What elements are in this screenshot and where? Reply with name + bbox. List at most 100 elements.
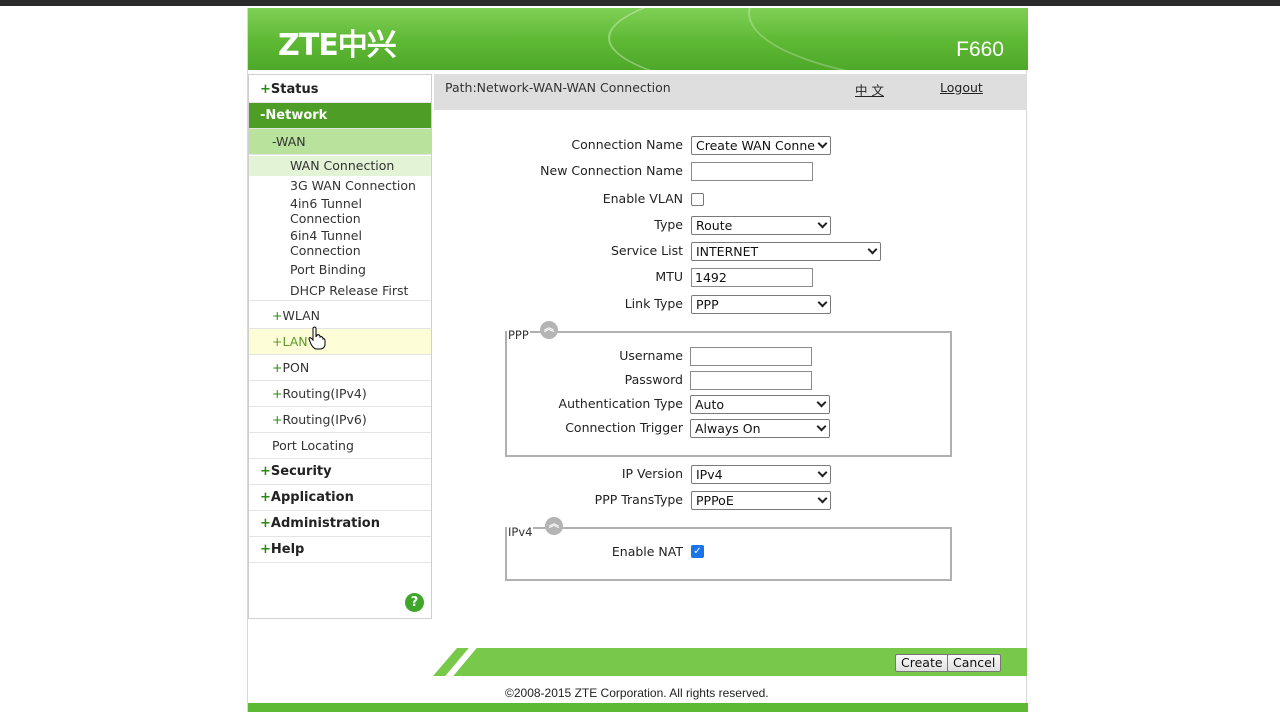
collapse-icon[interactable]: ︽ — [545, 517, 563, 535]
select-value: Auto — [695, 397, 725, 412]
enable-nat-label: Enable NAT — [611, 544, 683, 559]
select-value: PPPoE — [696, 493, 734, 508]
sidebar-item-label: Security — [270, 464, 332, 479]
sidebar-item-wan-connection[interactable]: WAN Connection — [249, 156, 431, 176]
sidebar-item-label: 4in6 Tunnel — [290, 196, 362, 211]
enable-vlan-checkbox[interactable] — [691, 193, 704, 206]
sidebar-item-3g-wan-connection[interactable]: 3G WAN Connection — [249, 176, 431, 196]
sidebar-item-label: Status — [270, 82, 319, 97]
create-button[interactable]: Create — [895, 654, 949, 672]
username-label: Username — [619, 348, 683, 363]
service-list-label: Service List — [610, 243, 683, 258]
chevron-down-icon — [817, 218, 828, 229]
enable-vlan-label: Enable VLAN — [602, 191, 683, 206]
breadcrumb-bar: Path:Network-WAN-WAN Connection 中 文 Logo… — [434, 74, 1027, 110]
sidebar-item-application[interactable]: +Application — [249, 485, 431, 511]
sidebar-item-routing-ipv6[interactable]: +Routing(IPv6) — [249, 407, 431, 433]
browser-top-edge — [0, 0, 1280, 6]
password-input[interactable] — [690, 371, 812, 390]
service-list-select[interactable]: INTERNET — [691, 242, 881, 261]
sidebar-item-label: Connection — [290, 243, 361, 258]
sidebar-item-label: Routing(IPv4) — [282, 386, 367, 401]
chevron-down-icon — [817, 138, 828, 149]
copyright-text: ©2008-2015 ZTE Corporation. All rights r… — [505, 686, 769, 700]
sidebar-item-wlan[interactable]: +WLAN — [249, 303, 431, 329]
language-link[interactable]: 中 文 — [855, 80, 884, 99]
header-banner: ZTE中兴 F660 — [248, 8, 1028, 70]
sidebar-item-lan[interactable]: +LAN — [249, 329, 431, 355]
ppp-legend: PPP — [507, 328, 530, 342]
select-value: IPv4 — [696, 467, 723, 482]
sidebar-item-label: Routing(IPv6) — [282, 412, 367, 427]
sidebar-item-label: Help — [270, 542, 305, 557]
breadcrumb: Path:Network-WAN-WAN Connection — [445, 80, 671, 95]
chevron-down-icon — [817, 467, 828, 478]
link-type-select[interactable]: PPP — [691, 295, 831, 314]
cancel-button[interactable]: Cancel — [947, 654, 1002, 672]
sidebar-item-network[interactable]: -Network — [249, 103, 431, 129]
sidebar-item-label: Network — [265, 108, 328, 123]
type-select[interactable]: Route — [691, 216, 831, 235]
select-value: INTERNET — [696, 244, 759, 259]
sidebar-item-pon[interactable]: +PON — [249, 355, 431, 381]
footer-action-bar: Create Cancel — [433, 648, 1027, 676]
sidebar-item-dhcp-release-first[interactable]: DHCP Release First — [249, 281, 431, 301]
select-value: PPP — [696, 297, 719, 312]
sidebar-item-6in4-tunnel[interactable]: 6in4 Tunnel Connection — [249, 228, 431, 260]
new-connection-name-label: New Connection Name — [540, 163, 683, 178]
collapse-icon[interactable]: ︽ — [540, 321, 558, 339]
ipv4-fieldset — [505, 527, 952, 581]
authentication-type-select[interactable]: Auto — [690, 395, 830, 414]
footer-strip — [248, 703, 1028, 712]
sidebar-item-label: PON — [282, 360, 310, 375]
type-label: Type — [654, 217, 683, 232]
enable-nat-checkbox[interactable]: ✓ — [691, 545, 704, 558]
chevron-down-icon — [817, 297, 828, 308]
connection-trigger-select[interactable]: Always On — [690, 419, 830, 438]
sidebar-item-security[interactable]: +Security — [249, 459, 431, 485]
chevron-down-icon — [817, 493, 828, 504]
username-input[interactable] — [690, 347, 812, 366]
ip-version-select[interactable]: IPv4 — [691, 465, 831, 484]
new-connection-name-input[interactable] — [691, 162, 813, 181]
ppp-transtype-label: PPP TransType — [594, 492, 683, 507]
ipv4-legend: IPv4 — [507, 525, 534, 539]
sidebar-nav: +Status -Network -WAN WAN Connection 3G … — [248, 74, 432, 619]
chevron-down-icon — [816, 397, 827, 408]
ip-version-label: IP Version — [621, 466, 683, 481]
zte-logo: ZTE中兴 — [278, 28, 397, 63]
sidebar-item-port-locating[interactable]: Port Locating — [249, 433, 431, 459]
connection-trigger-label: Connection Trigger — [565, 420, 683, 435]
sidebar-item-help[interactable]: +Help — [249, 537, 431, 563]
sidebar-item-label: Administration — [270, 516, 380, 531]
logout-link[interactable]: Logout — [940, 80, 983, 95]
sidebar-item-port-binding[interactable]: Port Binding — [249, 260, 431, 280]
mtu-input[interactable]: 1492 — [691, 268, 813, 287]
device-model: F660 — [956, 38, 1004, 61]
sidebar-item-routing-ipv4[interactable]: +Routing(IPv4) — [249, 381, 431, 407]
connection-name-label: Connection Name — [571, 137, 683, 152]
sidebar-item-label: LAN — [282, 334, 308, 349]
sidebar-item-label: WLAN — [282, 308, 320, 323]
link-type-label: Link Type — [624, 296, 683, 311]
hand-cursor-icon — [308, 326, 326, 350]
router-admin-page: ZTE中兴 F660 +Status -Network -WAN WAN Con… — [247, 8, 1028, 712]
help-icon[interactable]: ? — [405, 593, 424, 612]
sidebar-item-4in6-tunnel[interactable]: 4in6 Tunnel Connection — [249, 196, 431, 228]
sidebar-item-administration[interactable]: +Administration — [249, 511, 431, 537]
ppp-transtype-select[interactable]: PPPoE — [691, 491, 831, 510]
sidebar-item-label: WAN — [276, 134, 306, 149]
sidebar-item-label: Port Locating — [272, 438, 354, 453]
sidebar-item-label: Connection — [290, 211, 361, 226]
chevron-down-icon — [867, 244, 878, 255]
sidebar-item-wan[interactable]: -WAN — [249, 129, 431, 155]
password-label: Password — [624, 372, 683, 387]
connection-name-select[interactable]: Create WAN Conne — [691, 136, 831, 155]
select-value: Route — [696, 218, 733, 233]
sidebar-item-label: 6in4 Tunnel — [290, 228, 362, 243]
sidebar-item-status[interactable]: +Status — [249, 77, 431, 103]
chevron-down-icon — [816, 421, 827, 432]
authentication-type-label: Authentication Type — [558, 396, 683, 411]
select-value: Always On — [695, 421, 761, 436]
sidebar-item-label: Application — [270, 490, 354, 505]
